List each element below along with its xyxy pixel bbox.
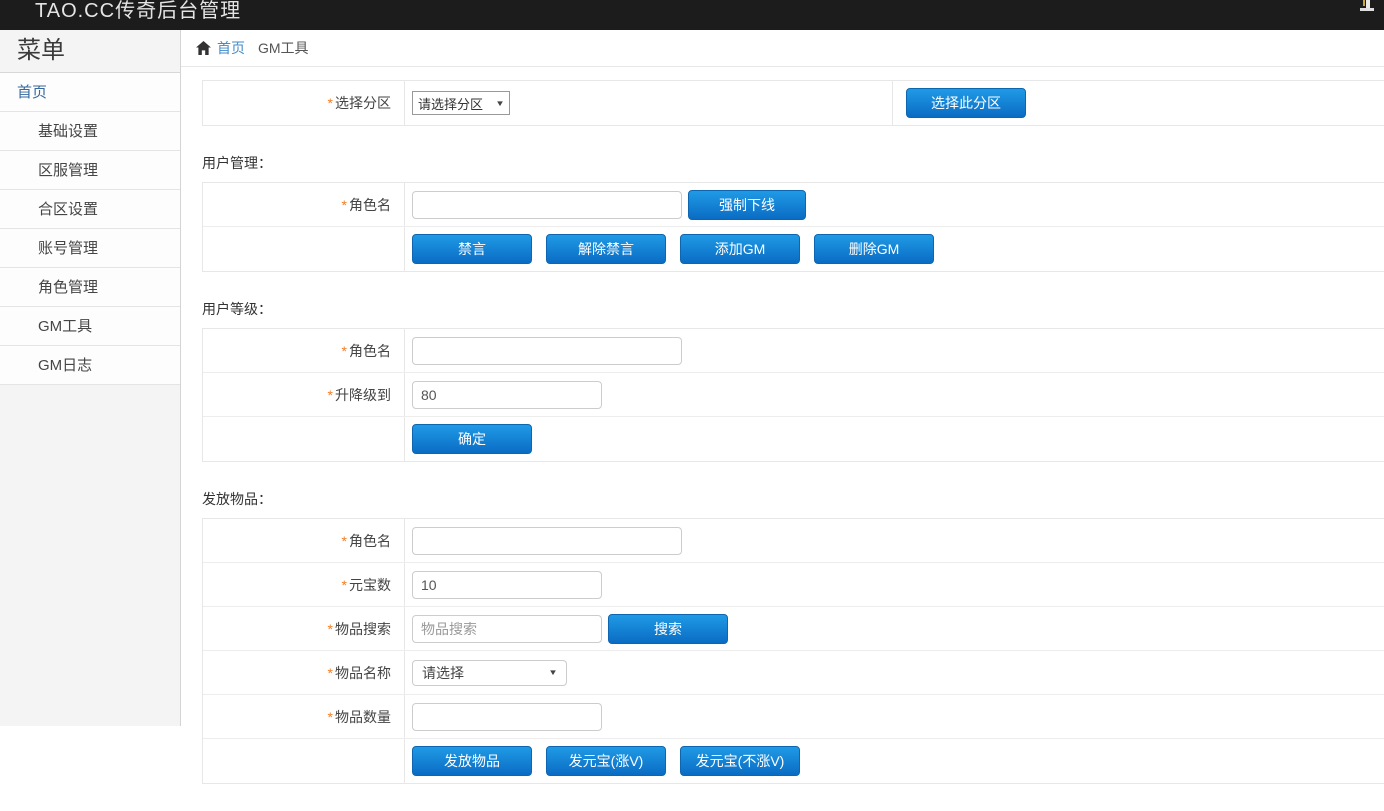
give-item-box: * 角色名 * 元宝数 * 物品搜索 搜索 <box>202 518 1384 784</box>
cutoff-glyph-base <box>1360 8 1374 11</box>
zone-select-box: * 选择分区 请选择分区 ▼ 选择此分区 <box>202 80 1384 126</box>
give-item-role-label: * 角色名 <box>203 519 405 562</box>
required-marker: * <box>342 577 347 593</box>
required-marker: * <box>328 387 333 403</box>
give-item-actions-cell: 发放物品 发元宝(涨V) 发元宝(不涨V) <box>405 746 1384 776</box>
sidebar-title: 菜单 <box>0 30 180 73</box>
breadcrumb-home-link[interactable]: 首页 <box>217 38 245 58</box>
level-confirm-button[interactable]: 确定 <box>412 424 532 454</box>
search-button[interactable]: 搜索 <box>608 614 728 644</box>
sidebar-item-server-mgmt[interactable]: 区服管理 <box>0 151 180 190</box>
give-item-role-cell <box>405 527 1384 555</box>
give-item-section-title: 发放物品： <box>202 489 1384 509</box>
user-level-level-label: * 升降级到 <box>203 373 405 416</box>
zone-button-cell: 选择此分区 <box>893 88 1384 118</box>
item-search-row: * 物品搜索 搜索 <box>203 607 1384 651</box>
yuanbao-label: * 元宝数 <box>203 563 405 606</box>
sidebar: 菜单 首页 基础设置 区服管理 合区设置 账号管理 角色管理 GM工具 GM日志 <box>0 30 181 726</box>
add-gm-button[interactable]: 添加GM <box>680 234 800 264</box>
item-qty-input[interactable] <box>412 703 602 731</box>
item-name-label: * 物品名称 <box>203 651 405 694</box>
user-level-confirm-label <box>203 417 405 461</box>
zone-select-cell: 请选择分区 ▼ <box>405 81 893 125</box>
user-mgmt-box: * 角色名 强制下线 禁言 解除禁言 添加GM 删除GM <box>202 182 1384 272</box>
topbar: TAO.CC传奇后台管理 <box>0 0 1384 30</box>
item-qty-cell <box>405 703 1384 731</box>
remove-gm-button[interactable]: 删除GM <box>814 234 934 264</box>
user-level-role-row: * 角色名 <box>203 329 1384 373</box>
chevron-down-icon: ▼ <box>495 99 505 108</box>
item-name-dropdown[interactable]: 请选择 ▼ <box>412 660 567 686</box>
give-item-actions-label <box>203 739 405 783</box>
user-mgmt-role-cell: 强制下线 <box>405 190 1384 220</box>
give-yuanbao-novip-button[interactable]: 发元宝(不涨V) <box>680 746 800 776</box>
required-marker: * <box>342 343 347 359</box>
sidebar-menu: 首页 基础设置 区服管理 合区设置 账号管理 角色管理 GM工具 GM日志 <box>0 73 180 385</box>
breadcrumb-current-page: GM工具 <box>258 38 309 58</box>
user-level-level-row: * 升降级到 <box>203 373 1384 417</box>
user-mgmt-section-title: 用户管理： <box>202 153 1384 173</box>
give-item-role-input[interactable] <box>412 527 682 555</box>
sidebar-item-gm-tools[interactable]: GM工具 <box>0 307 180 346</box>
required-marker: * <box>342 533 347 549</box>
sidebar-item-account-mgmt[interactable]: 账号管理 <box>0 229 180 268</box>
item-qty-label: * 物品数量 <box>203 695 405 738</box>
sidebar-item-home[interactable]: 首页 <box>0 73 180 112</box>
topbar-cutoff-icon <box>1358 0 1376 16</box>
breadcrumb: 首页 GM工具 <box>181 30 1384 67</box>
user-mgmt-role-input[interactable] <box>412 191 682 219</box>
required-marker: * <box>328 621 333 637</box>
user-level-role-input[interactable] <box>412 337 682 365</box>
user-level-box: * 角色名 * 升降级到 确定 <box>202 328 1384 462</box>
give-item-role-row: * 角色名 <box>203 519 1384 563</box>
user-mgmt-actions-cell: 禁言 解除禁言 添加GM 删除GM <box>405 234 1384 264</box>
item-name-cell: 请选择 ▼ <box>405 660 1384 686</box>
zone-select-label: * 选择分区 <box>203 81 405 125</box>
unmute-button[interactable]: 解除禁言 <box>546 234 666 264</box>
zone-select-dropdown[interactable]: 请选择分区 ▼ <box>412 91 510 115</box>
user-mgmt-role-label: * 角色名 <box>203 183 405 226</box>
user-level-role-cell <box>405 337 1384 365</box>
give-yuanbao-vip-button[interactable]: 发元宝(涨V) <box>546 746 666 776</box>
mute-button[interactable]: 禁言 <box>412 234 532 264</box>
home-icon <box>196 41 211 55</box>
yuanbao-cell <box>405 571 1384 599</box>
level-value-input[interactable] <box>412 381 602 409</box>
cutoff-glyph-stem <box>1366 0 1370 8</box>
user-mgmt-actions-label <box>203 227 405 271</box>
chevron-down-icon: ▼ <box>548 668 558 677</box>
user-level-confirm-row: 确定 <box>203 417 1384 461</box>
give-item-actions-row: 发放物品 发元宝(涨V) 发元宝(不涨V) <box>203 739 1384 783</box>
sidebar-item-role-mgmt[interactable]: 角色管理 <box>0 268 180 307</box>
user-level-section-title: 用户等级： <box>202 299 1384 319</box>
sidebar-item-gm-logs[interactable]: GM日志 <box>0 346 180 385</box>
app-title: TAO.CC传奇后台管理 <box>35 0 241 23</box>
main-content: * 选择分区 请选择分区 ▼ 选择此分区 用户管理： * 角色名 强制 <box>181 67 1384 811</box>
cutoff-glyph-gold-bar <box>1363 0 1365 6</box>
item-search-label: * 物品搜索 <box>203 607 405 650</box>
user-mgmt-role-row: * 角色名 强制下线 <box>203 183 1384 227</box>
item-search-cell: 搜索 <box>405 614 1384 644</box>
user-level-level-cell <box>405 381 1384 409</box>
user-mgmt-actions-row: 禁言 解除禁言 添加GM 删除GM <box>203 227 1384 271</box>
sidebar-item-merge-settings[interactable]: 合区设置 <box>0 190 180 229</box>
user-level-confirm-cell: 确定 <box>405 424 1384 454</box>
required-marker: * <box>342 197 347 213</box>
give-item-button[interactable]: 发放物品 <box>412 746 532 776</box>
item-search-input[interactable] <box>412 615 602 643</box>
select-zone-button[interactable]: 选择此分区 <box>906 88 1026 118</box>
item-qty-row: * 物品数量 <box>203 695 1384 739</box>
item-name-row: * 物品名称 请选择 ▼ <box>203 651 1384 695</box>
required-marker: * <box>328 709 333 725</box>
required-marker: * <box>328 95 333 111</box>
required-marker: * <box>328 665 333 681</box>
user-level-role-label: * 角色名 <box>203 329 405 372</box>
yuanbao-input[interactable] <box>412 571 602 599</box>
yuanbao-row: * 元宝数 <box>203 563 1384 607</box>
sidebar-item-basic-settings[interactable]: 基础设置 <box>0 112 180 151</box>
zone-select-row: * 选择分区 请选择分区 ▼ 选择此分区 <box>203 81 1384 125</box>
force-offline-button[interactable]: 强制下线 <box>688 190 806 220</box>
